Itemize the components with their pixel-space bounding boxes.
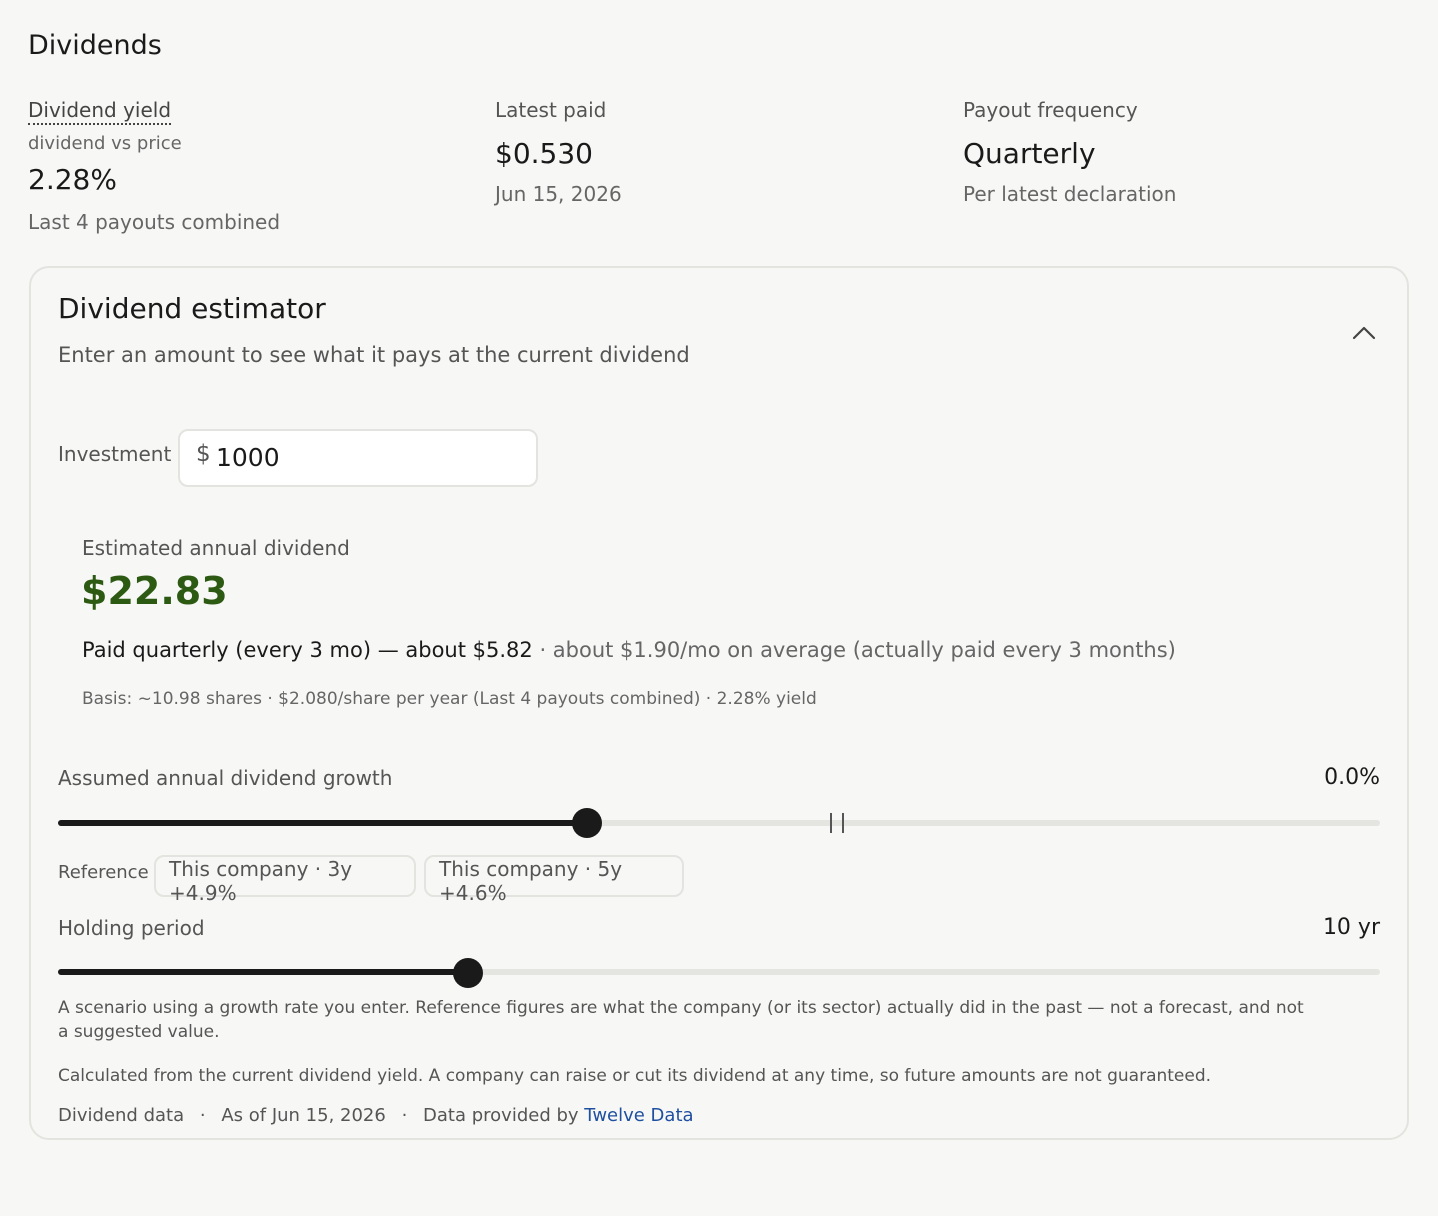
latest-paid-label: Latest paid bbox=[495, 98, 607, 122]
dividend-yield-value: 2.28% bbox=[28, 163, 117, 196]
growth-reference-marker bbox=[842, 813, 844, 833]
investment-input[interactable] bbox=[216, 437, 516, 477]
payout-frequency-note: Per latest declaration bbox=[963, 182, 1177, 206]
growth-slider-thumb[interactable] bbox=[572, 808, 602, 838]
growth-label: Assumed annual dividend growth bbox=[58, 766, 393, 790]
holding-value: 10 yr bbox=[1322, 915, 1380, 940]
footer-source: Dividend data bbox=[58, 1105, 185, 1126]
dividend-yield-label[interactable]: Dividend yield bbox=[28, 98, 172, 125]
growth-reference-marker bbox=[830, 813, 832, 833]
footer-separator: · bbox=[199, 1105, 206, 1126]
dividend-yield-sub: dividend vs price bbox=[28, 133, 182, 154]
footer-provider-prefix: Data provided by bbox=[423, 1105, 579, 1126]
growth-slider-fill bbox=[58, 820, 587, 826]
provider-link[interactable]: Twelve Data bbox=[584, 1105, 693, 1126]
investment-label: Investment bbox=[58, 442, 172, 466]
footer-as-of: As of Jun 15, 2026 bbox=[221, 1105, 386, 1126]
holding-slider[interactable] bbox=[58, 954, 1380, 990]
data-footer: Dividend data · As of Jun 15, 2026 · Dat… bbox=[58, 1105, 694, 1126]
latest-paid-value: $0.530 bbox=[495, 137, 593, 170]
estimator-title: Dividend estimator bbox=[58, 292, 326, 325]
basis-text: Basis: ~10.98 shares · $2.080/share per … bbox=[82, 689, 817, 709]
latest-paid-date: Jun 15, 2026 bbox=[495, 182, 622, 206]
growth-slider[interactable] bbox=[58, 805, 1380, 841]
estimator-subtitle: Enter an amount to see what it pays at t… bbox=[58, 343, 690, 367]
holding-label: Holding period bbox=[58, 916, 205, 940]
holding-slider-thumb[interactable] bbox=[453, 958, 483, 988]
dividend-yield-note: Last 4 payouts combined bbox=[28, 210, 281, 234]
reference-chip-3y[interactable]: This company · 3y +4.9% bbox=[154, 855, 416, 905]
scenario-disclaimer: A scenario using a growth rate you enter… bbox=[58, 998, 1304, 1042]
payment-detail: Paid quarterly (every 3 mo) — about $5.8… bbox=[82, 638, 1176, 662]
growth-value: 0.0% bbox=[1324, 765, 1380, 790]
investment-currency: $ bbox=[196, 441, 211, 467]
per-payment-text: Paid quarterly (every 3 mo) — about $5.8… bbox=[82, 638, 533, 662]
per-month-text: · about $1.90/mo on average (actually pa… bbox=[532, 638, 1176, 662]
chevron-up-icon[interactable] bbox=[1350, 322, 1378, 344]
section-title: Dividends bbox=[28, 30, 162, 61]
yield-disclaimer: Calculated from the current dividend yie… bbox=[58, 1066, 1212, 1086]
reference-label: Reference bbox=[58, 862, 149, 883]
footer-separator: · bbox=[401, 1105, 408, 1126]
payout-frequency-value: Quarterly bbox=[963, 137, 1096, 170]
estimated-annual-value: $22.83 bbox=[81, 569, 228, 613]
reference-chip-5y[interactable]: This company · 5y +4.6% bbox=[424, 855, 684, 905]
payout-frequency-label: Payout frequency bbox=[963, 98, 1138, 122]
holding-slider-fill bbox=[58, 969, 468, 975]
estimated-annual-label: Estimated annual dividend bbox=[82, 536, 350, 560]
